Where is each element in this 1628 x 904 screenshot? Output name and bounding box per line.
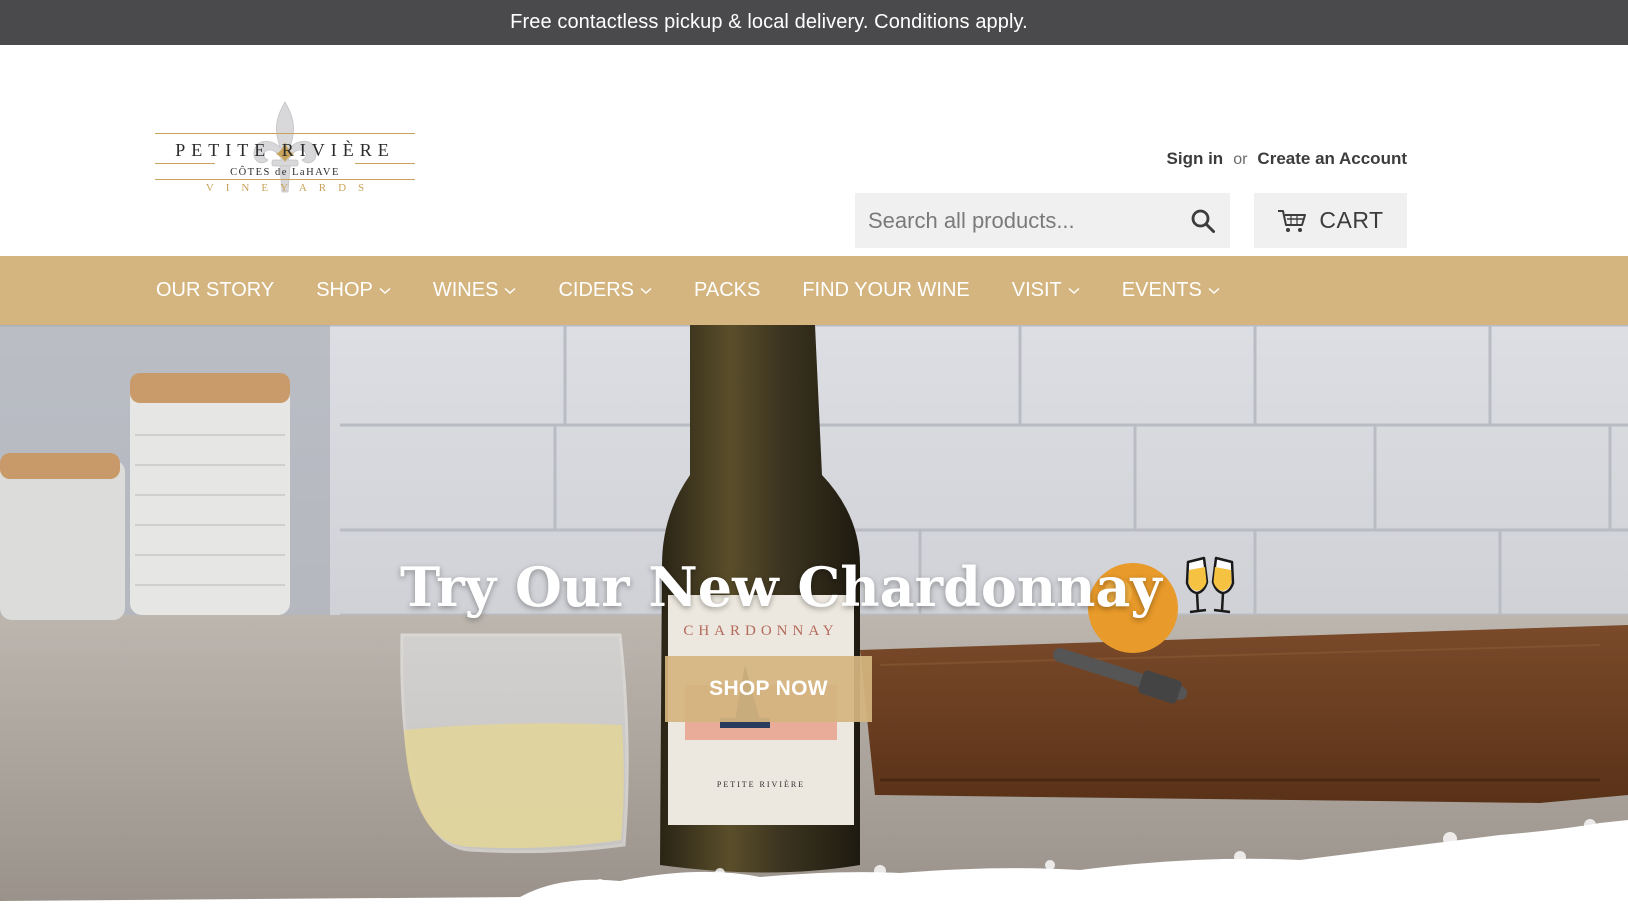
search-bar — [855, 193, 1230, 248]
nav-item-label: CIDERS — [558, 279, 635, 301]
clinking-glasses-icon — [1185, 556, 1235, 614]
shop-now-button[interactable]: SHOP NOW — [665, 656, 872, 722]
main-nav: OUR STORY SHOP WINES CIDERS PACKS FIND Y… — [0, 256, 1628, 325]
hero-banner[interactable]: CHARDONNAY PETITE RIVIÈRE Try Our New Ch… — [0, 325, 1628, 904]
nav-item-our-story[interactable]: OUR STORY — [156, 279, 274, 302]
nav-item-find-your-wine[interactable]: FIND YOUR WINE — [802, 279, 969, 302]
logo-rule-middle — [155, 163, 215, 164]
chevron-down-icon — [379, 287, 391, 294]
search-icon — [1191, 209, 1215, 233]
site-logo[interactable]: PETITE RIVIÈRE CÔTES de LaHAVE VINEYARDS — [155, 100, 415, 200]
chevron-down-icon — [640, 287, 652, 294]
nav-item-ciders[interactable]: CIDERS — [558, 279, 652, 302]
nav-item-label: WINES — [432, 279, 499, 301]
cart-button[interactable]: CART — [1254, 193, 1407, 248]
nav-item-label: PACKS — [694, 279, 761, 301]
create-account-link[interactable]: Create an Account — [1257, 149, 1407, 169]
announcement-bar: Free contactless pickup & local delivery… — [0, 0, 1628, 45]
chevron-down-icon — [504, 287, 516, 294]
search-input[interactable] — [855, 193, 1175, 248]
nav-item-shop[interactable]: SHOP — [316, 279, 391, 302]
hero-title-text: Try Our New Chardonnay — [400, 555, 1162, 619]
announcement-text: Free contactless pickup & local delivery… — [510, 11, 1028, 33]
nav-item-events[interactable]: EVENTS — [1122, 279, 1220, 302]
logo-brand: PETITE RIVIÈRE — [175, 140, 395, 160]
logo-subtitle: CÔTES de LaHAVE — [230, 167, 340, 178]
nav-item-label: SHOP — [316, 279, 373, 301]
nav-item-label: OUR STORY — [156, 279, 275, 301]
sign-in-link[interactable]: Sign in — [1167, 149, 1224, 169]
site-header: PETITE RIVIÈRE CÔTES de LaHAVE VINEYARDS… — [0, 45, 1628, 256]
svg-text:PETITE RIVIÈRE: PETITE RIVIÈRE — [717, 779, 805, 789]
nav-item-label: VISIT — [1011, 279, 1062, 301]
chevron-down-icon — [1068, 287, 1080, 294]
bottle-label-text: CHARDONNAY — [683, 623, 838, 639]
logo-rule-middle-right — [355, 163, 415, 164]
nav-item-packs[interactable]: PACKS — [694, 279, 760, 302]
chevron-down-icon — [1208, 287, 1220, 294]
nav-item-label: EVENTS — [1121, 279, 1202, 301]
nav-item-visit[interactable]: VISIT — [1012, 279, 1080, 302]
cart-icon — [1278, 209, 1307, 232]
logo-rule-top — [155, 133, 415, 134]
hero-title: Try Our New Chardonnay — [400, 555, 1240, 619]
account-or-text: or — [1233, 151, 1248, 168]
cart-label: CART — [1319, 207, 1384, 233]
logo-rule-bottom — [155, 179, 415, 180]
search-button[interactable] — [1175, 193, 1230, 248]
logo-tagline: VINEYARDS — [205, 182, 377, 194]
nav-item-wines[interactable]: WINES — [433, 279, 517, 302]
nav-item-label: FIND YOUR WINE — [802, 279, 970, 301]
account-links: Sign in or Create an Account — [1167, 149, 1407, 169]
